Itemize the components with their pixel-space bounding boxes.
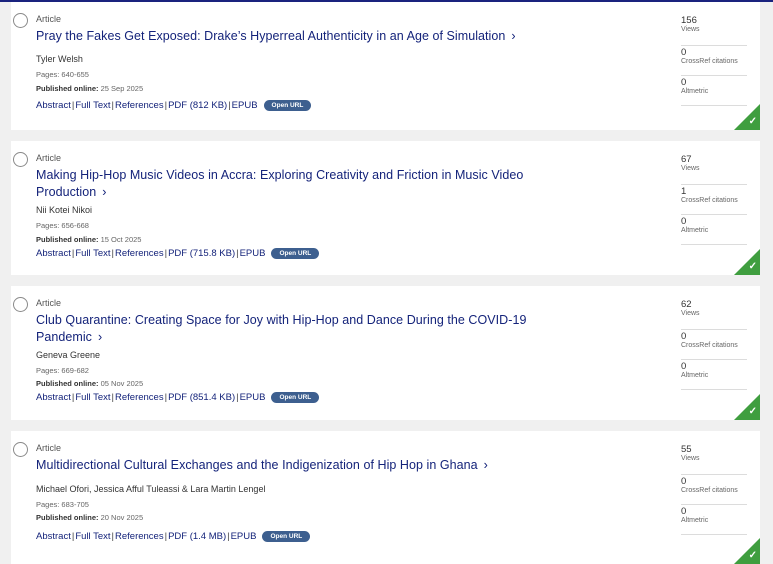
article-pages: Pages: 683-705	[36, 500, 89, 509]
article-published: Published online: 20 Nov 2025	[36, 513, 144, 522]
chevron-right-icon: ›	[483, 458, 488, 472]
checkmark-icon: ✓	[748, 116, 757, 127]
article-type: Article	[36, 298, 62, 308]
select-article-radio[interactable]	[13, 442, 28, 457]
metric-altmetric: 0 Altmetric	[681, 215, 747, 245]
article-authors[interactable]: Geneva Greene	[36, 350, 100, 360]
references-link[interactable]: References	[115, 100, 164, 111]
open-url-button[interactable]: Open URL	[263, 100, 312, 111]
article-authors[interactable]: Nii Kotei Nikoi	[36, 205, 92, 215]
article-pages: Pages: 656-668	[36, 221, 89, 230]
references-link[interactable]: References	[115, 531, 164, 542]
article-title-link[interactable]: Pray the Fakes Get Exposed: Drake’s Hype…	[36, 28, 546, 45]
chevron-right-icon: ›	[102, 185, 107, 199]
metric-crossref: 0 CrossRef citations	[681, 475, 747, 505]
select-article-radio[interactable]	[13, 297, 28, 312]
chevron-right-icon: ›	[98, 330, 103, 344]
metric-crossref: 0 CrossRef citations	[681, 330, 747, 360]
references-link[interactable]: References	[115, 392, 164, 403]
epub-link[interactable]: EPUB	[231, 531, 257, 542]
article-links: Abstract|Full Text|References|PDF (812 K…	[36, 100, 312, 111]
epub-link[interactable]: EPUB	[232, 100, 258, 111]
metric-views: 62 Views	[681, 300, 747, 330]
pdf-link[interactable]: PDF (851.4 KB)	[168, 392, 235, 403]
article-title-link[interactable]: Multidirectional Cultural Exchanges and …	[36, 457, 546, 474]
article-published: Published online: 25 Sep 2025	[36, 84, 144, 93]
abstract-link[interactable]: Abstract	[36, 531, 71, 542]
article-title-link[interactable]: Club Quarantine: Creating Space for Joy …	[36, 312, 546, 346]
metric-altmetric: 0 Altmetric	[681, 360, 747, 390]
article-metrics: 55 Views 0 CrossRef citations 0 Altmetric	[681, 445, 747, 535]
select-article-radio[interactable]	[13, 13, 28, 28]
epub-link[interactable]: EPUB	[240, 392, 266, 403]
open-url-button[interactable]: Open URL	[262, 531, 311, 542]
article-metrics: 62 Views 0 CrossRef citations 0 Altmetric	[681, 300, 747, 390]
abstract-link[interactable]: Abstract	[36, 100, 71, 111]
pdf-link[interactable]: PDF (1.4 MB)	[168, 531, 226, 542]
article-links: Abstract|Full Text|References|PDF (1.4 M…	[36, 531, 311, 542]
article-title-link[interactable]: Making Hip-Hop Music Videos in Accra: Ex…	[36, 167, 546, 201]
article-authors[interactable]: Michael Ofori, Jessica Afful Tuleassi & …	[36, 484, 265, 494]
article-card: Article Making Hip-Hop Music Videos in A…	[11, 141, 760, 275]
metric-altmetric: 0 Altmetric	[681, 76, 747, 106]
article-type: Article	[36, 14, 62, 24]
article-card: Article Club Quarantine: Creating Space …	[11, 286, 760, 420]
article-links: Abstract|Full Text|References|PDF (851.4…	[36, 392, 320, 403]
select-article-radio[interactable]	[13, 152, 28, 167]
article-published: Published online: 05 Nov 2025	[36, 379, 144, 388]
article-type: Article	[36, 153, 62, 163]
article-pages: Pages: 640-655	[36, 70, 89, 79]
fulltext-link[interactable]: Full Text	[75, 100, 110, 111]
article-links: Abstract|Full Text|References|PDF (715.8…	[36, 248, 320, 259]
references-link[interactable]: References	[115, 248, 164, 259]
open-url-button[interactable]: Open URL	[271, 248, 320, 259]
checkmark-icon: ✓	[748, 550, 757, 561]
chevron-right-icon: ›	[511, 29, 516, 43]
article-authors[interactable]: Tyler Welsh	[36, 54, 83, 64]
open-url-button[interactable]: Open URL	[271, 392, 320, 403]
fulltext-link[interactable]: Full Text	[75, 531, 110, 542]
epub-link[interactable]: EPUB	[240, 248, 266, 259]
fulltext-link[interactable]: Full Text	[75, 248, 110, 259]
abstract-link[interactable]: Abstract	[36, 248, 71, 259]
metric-crossref: 0 CrossRef citations	[681, 46, 747, 76]
metric-altmetric: 0 Altmetric	[681, 505, 747, 535]
checkmark-icon: ✓	[748, 261, 757, 272]
article-type: Article	[36, 443, 62, 453]
fulltext-link[interactable]: Full Text	[75, 392, 110, 403]
article-metrics: 156 Views 0 CrossRef citations 0 Altmetric	[681, 16, 747, 106]
abstract-link[interactable]: Abstract	[36, 392, 71, 403]
pdf-link[interactable]: PDF (715.8 KB)	[168, 248, 235, 259]
checkmark-icon: ✓	[748, 406, 757, 417]
article-metrics: 67 Views 1 CrossRef citations 0 Altmetric	[681, 155, 747, 245]
article-published: Published online: 15 Oct 2025	[36, 235, 142, 244]
article-pages: Pages: 669-682	[36, 366, 89, 375]
pdf-link[interactable]: PDF (812 KB)	[168, 100, 227, 111]
article-card: Article Multidirectional Cultural Exchan…	[11, 431, 760, 564]
article-card: Article Pray the Fakes Get Exposed: Drak…	[11, 2, 760, 130]
metric-views: 55 Views	[681, 445, 747, 475]
metric-crossref: 1 CrossRef citations	[681, 185, 747, 215]
metric-views: 156 Views	[681, 16, 747, 46]
metric-views: 67 Views	[681, 155, 747, 185]
